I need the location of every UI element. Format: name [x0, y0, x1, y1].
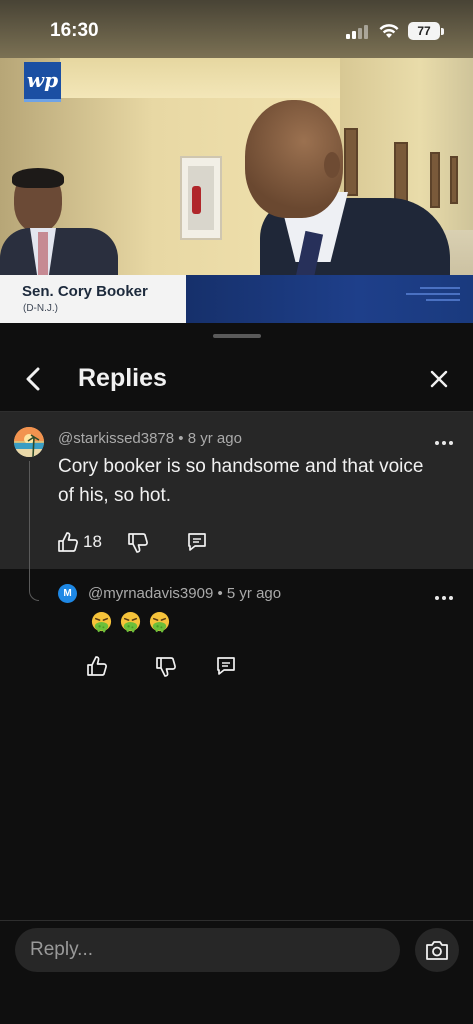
thumbs-down-icon[interactable]: [127, 532, 149, 554]
more-horizontal-icon[interactable]: [434, 438, 454, 448]
close-icon[interactable]: [427, 367, 451, 391]
comment-author[interactable]: @myrnadavis3909: [88, 585, 213, 602]
reply-input[interactable]: Reply...: [15, 928, 400, 972]
comment-emojis: 🤮 🤮: [90, 611, 171, 635]
wifi-icon: [379, 24, 399, 38]
lower-third: Sen. Cory Booker (D-N.J.): [0, 275, 186, 323]
battery-indicator: 77: [408, 22, 440, 40]
comment-age: 8 yr ago: [187, 430, 242, 447]
camera-icon: [426, 941, 448, 960]
comment-text: Cory booker is so handsome and that voic…: [58, 456, 424, 506]
reply-comment: M @myrnadavis3909 • 5 yr ago: [0, 569, 473, 689]
comment-author[interactable]: @starkissed3878: [58, 430, 174, 447]
status-time: 16:30: [50, 20, 99, 41]
thumbs-up-icon[interactable]: [86, 655, 108, 677]
comment-meta: @myrnadavis3909 • 5 yr ago: [88, 585, 281, 602]
thumbs-down-icon[interactable]: [155, 656, 177, 678]
lower-third-band: [186, 275, 473, 323]
avatar[interactable]: [14, 427, 44, 457]
chevron-left-icon[interactable]: [20, 365, 46, 393]
vomiting-face-emoji: 🤮: [90, 611, 113, 634]
page-title: Replies: [78, 364, 167, 392]
meta-separator: •: [217, 585, 223, 602]
vomiting-face-emoji: 🤮: [148, 611, 171, 634]
avatar[interactable]: M: [58, 584, 77, 603]
battery-cap: [441, 28, 444, 35]
status-bar: 16:30 77: [0, 0, 473, 58]
washington-post-logo: wp: [24, 62, 61, 102]
replies-sheet: Replies @starkissed3878 • 8 yr ago Cory …: [0, 323, 473, 1024]
vomiting-face-emoji: 🤮: [119, 611, 142, 634]
video-door: [450, 156, 458, 204]
meta-separator: •: [178, 430, 184, 447]
video-player[interactable]: 16:30 77 wp Sen. Cory Booker (D-N.J.): [0, 0, 473, 323]
composer-divider: [0, 920, 473, 921]
fire-extinguisher-cabinet: [180, 156, 222, 240]
comment-icon[interactable]: [215, 655, 237, 677]
thumbs-up-icon[interactable]: [57, 531, 79, 553]
lower-third-name: Sen. Cory Booker: [22, 283, 148, 300]
like-count: 18: [83, 532, 102, 551]
lower-third-party: (D-N.J.): [23, 303, 58, 314]
drag-handle[interactable]: [213, 334, 261, 338]
parent-comment: @starkissed3878 • 8 yr ago Cory booker i…: [0, 412, 473, 601]
camera-button[interactable]: [415, 928, 459, 972]
signal-icon: [346, 25, 368, 39]
screen: 16:30 77 wp Sen. Cory Booker (D-N.J.) Re…: [0, 0, 473, 1024]
comment-icon[interactable]: [186, 531, 208, 553]
more-horizontal-icon[interactable]: [434, 593, 454, 603]
comment-meta: @starkissed3878 • 8 yr ago: [58, 430, 242, 447]
video-person-left: [0, 168, 118, 280]
comment-age: 5 yr ago: [226, 585, 282, 602]
